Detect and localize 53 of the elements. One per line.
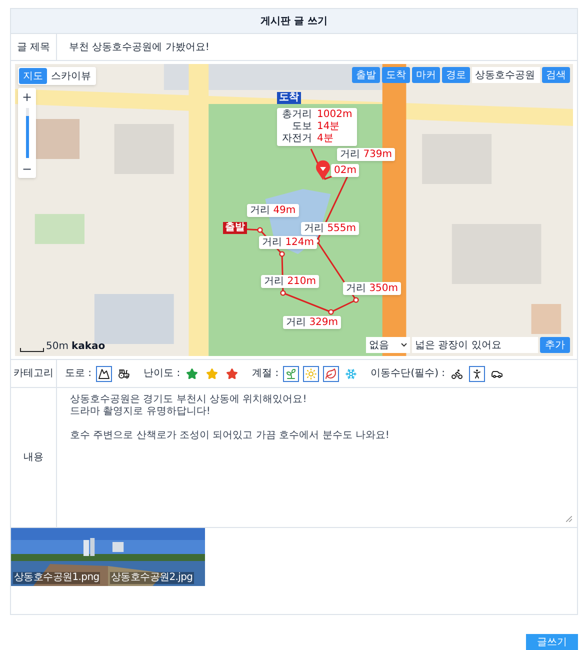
content-field[interactable]: 상동호수공원은 경기도 부천시 상동에 위치해있어요! 드라마 촬영지로 유명하답니다! 호수 주변으로 산책로가 조성이 되어있고 가끔 호수에서 분수도 나와요! bbox=[60, 391, 574, 524]
field-label: 내용 bbox=[24, 451, 44, 465]
start-flag: 출발 bbox=[223, 222, 247, 234]
distance-label: 거리 124m bbox=[259, 236, 318, 249]
category-option[interactable] bbox=[469, 366, 486, 382]
distance-label: 거리 329m bbox=[283, 316, 342, 329]
scale-label: 50m bbox=[46, 342, 68, 352]
sun-icon bbox=[304, 368, 317, 380]
zoom-in-button[interactable]: + bbox=[18, 88, 36, 106]
category-label: 난이도 : bbox=[144, 367, 180, 381]
bicycle-icon bbox=[451, 368, 464, 380]
page-title: 게시판 글 쓰기 bbox=[260, 14, 328, 28]
file-name: 상동호수공원1.png bbox=[13, 572, 100, 584]
summary-label: 자전거 bbox=[282, 133, 312, 145]
distance-label: 거리 350m bbox=[343, 282, 402, 295]
distance-label: 거리 739m bbox=[337, 148, 396, 161]
zoom-out-button[interactable]: − bbox=[18, 160, 36, 178]
leaf-icon bbox=[324, 368, 337, 380]
marker-type-select[interactable]: 없음 bbox=[366, 337, 410, 353]
caret-icon bbox=[401, 343, 407, 347]
field-label: 카테고리 bbox=[14, 367, 54, 381]
distance-label: 거리 49m bbox=[247, 204, 299, 217]
summary-value: 4분 bbox=[317, 133, 334, 145]
image-thumbnail[interactable]: 상동호수공원2.jpg bbox=[108, 528, 205, 586]
scale-bar-icon bbox=[20, 348, 44, 352]
category-label: 계절 : bbox=[252, 367, 279, 381]
category-label: 도로 : bbox=[65, 367, 92, 381]
vehicle-icon bbox=[118, 368, 130, 380]
star-icon bbox=[186, 368, 198, 380]
snowflake-icon bbox=[344, 368, 357, 380]
map-search-field[interactable]: 상동호수공원 bbox=[472, 67, 540, 83]
distance-label: 거리 210m bbox=[261, 275, 320, 288]
resize-handle-icon bbox=[566, 516, 572, 522]
star-icon bbox=[206, 368, 218, 380]
end-flag: 도착 bbox=[277, 92, 301, 104]
field-label: 글 제목 bbox=[16, 40, 50, 54]
distance-label: 02m bbox=[331, 164, 360, 177]
summary-label: 도보 bbox=[291, 121, 312, 133]
category-label: 이동수단(필수) : bbox=[370, 367, 446, 381]
map-logo: kakao bbox=[71, 342, 106, 352]
title-field[interactable]: 부천 상동호수공원에 가봤어요! bbox=[57, 34, 577, 60]
file-name: 상동호수공원2.jpg bbox=[110, 572, 194, 584]
sprout-icon bbox=[284, 368, 297, 380]
summary-label: 총거리 bbox=[282, 109, 312, 121]
marker-note-field[interactable]: 넓은 광장이 있어요 bbox=[412, 337, 538, 353]
map-marker-icon bbox=[315, 160, 331, 180]
mountain-icon bbox=[98, 368, 110, 380]
summary-value: 1002m bbox=[317, 109, 352, 121]
image-thumbnail[interactable]: 상동호수공원1.png bbox=[11, 528, 108, 586]
summary-value: 14분 bbox=[317, 121, 341, 133]
distance-label: 거리 555m bbox=[301, 222, 360, 235]
category-option[interactable] bbox=[96, 366, 112, 382]
star-icon bbox=[226, 368, 238, 380]
